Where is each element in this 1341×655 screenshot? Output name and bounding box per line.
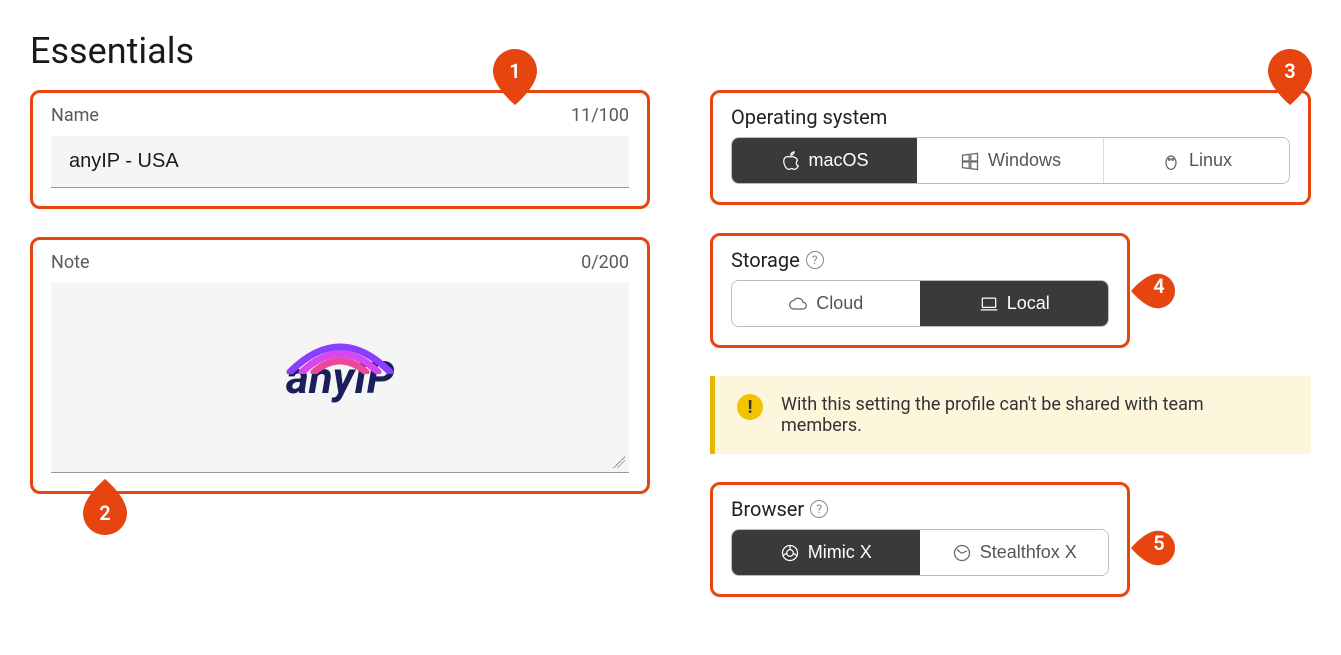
storage-segmented: Cloud Local xyxy=(731,280,1109,327)
windows-icon xyxy=(960,151,980,171)
browser-label: Browser xyxy=(731,497,804,521)
apple-icon xyxy=(780,151,800,171)
os-option-macos[interactable]: macOS xyxy=(732,138,917,183)
storage-option-cloud[interactable]: Cloud xyxy=(732,281,920,326)
help-icon[interactable]: ? xyxy=(810,500,828,518)
browser-segmented: Mimic X Stealthfox X xyxy=(731,529,1109,576)
os-option-linux[interactable]: Linux xyxy=(1103,138,1289,183)
storage-label: Storage xyxy=(731,248,800,272)
firefox-icon xyxy=(952,543,972,563)
anyip-logo: anyIP xyxy=(286,352,394,404)
browser-card: 5 Browser ? Mimic X Stealthfox X xyxy=(710,482,1130,597)
marker-5: 5 xyxy=(1131,520,1175,576)
storage-card: 4 Storage ? Cloud Local xyxy=(710,233,1130,348)
note-textarea[interactable]: anyIP xyxy=(51,283,629,473)
note-label: Note xyxy=(51,252,90,273)
storage-warning: ! With this setting the profile can't be… xyxy=(710,376,1311,454)
warning-icon: ! xyxy=(737,394,763,420)
marker-2: 2 xyxy=(83,479,127,535)
os-card: 3 Operating system macOS Windows xyxy=(710,90,1311,205)
storage-option-local[interactable]: Local xyxy=(920,281,1109,326)
browser-option-mimic[interactable]: Mimic X xyxy=(732,530,920,575)
laptop-icon xyxy=(979,294,999,314)
os-option-windows[interactable]: Windows xyxy=(917,138,1103,183)
linux-icon xyxy=(1161,151,1181,171)
chrome-icon xyxy=(780,543,800,563)
name-input[interactable] xyxy=(51,136,629,188)
note-counter: 0/200 xyxy=(581,252,629,273)
marker-1: 1 xyxy=(493,49,537,105)
name-label: Name xyxy=(51,105,99,126)
help-icon[interactable]: ? xyxy=(806,251,824,269)
marker-3: 3 xyxy=(1268,49,1312,105)
name-counter: 11/100 xyxy=(571,105,629,126)
browser-option-stealthfox[interactable]: Stealthfox X xyxy=(920,530,1109,575)
name-card: 1 Name 11/100 xyxy=(30,90,650,209)
marker-4: 4 xyxy=(1131,263,1175,319)
warning-text: With this setting the profile can't be s… xyxy=(781,394,1289,436)
cloud-icon xyxy=(788,294,808,314)
os-segmented: macOS Windows Linux xyxy=(731,137,1290,184)
note-card: Note 0/200 anyIP 2 xyxy=(30,237,650,494)
os-label: Operating system xyxy=(731,105,887,129)
section-title: Essentials xyxy=(30,30,1311,72)
